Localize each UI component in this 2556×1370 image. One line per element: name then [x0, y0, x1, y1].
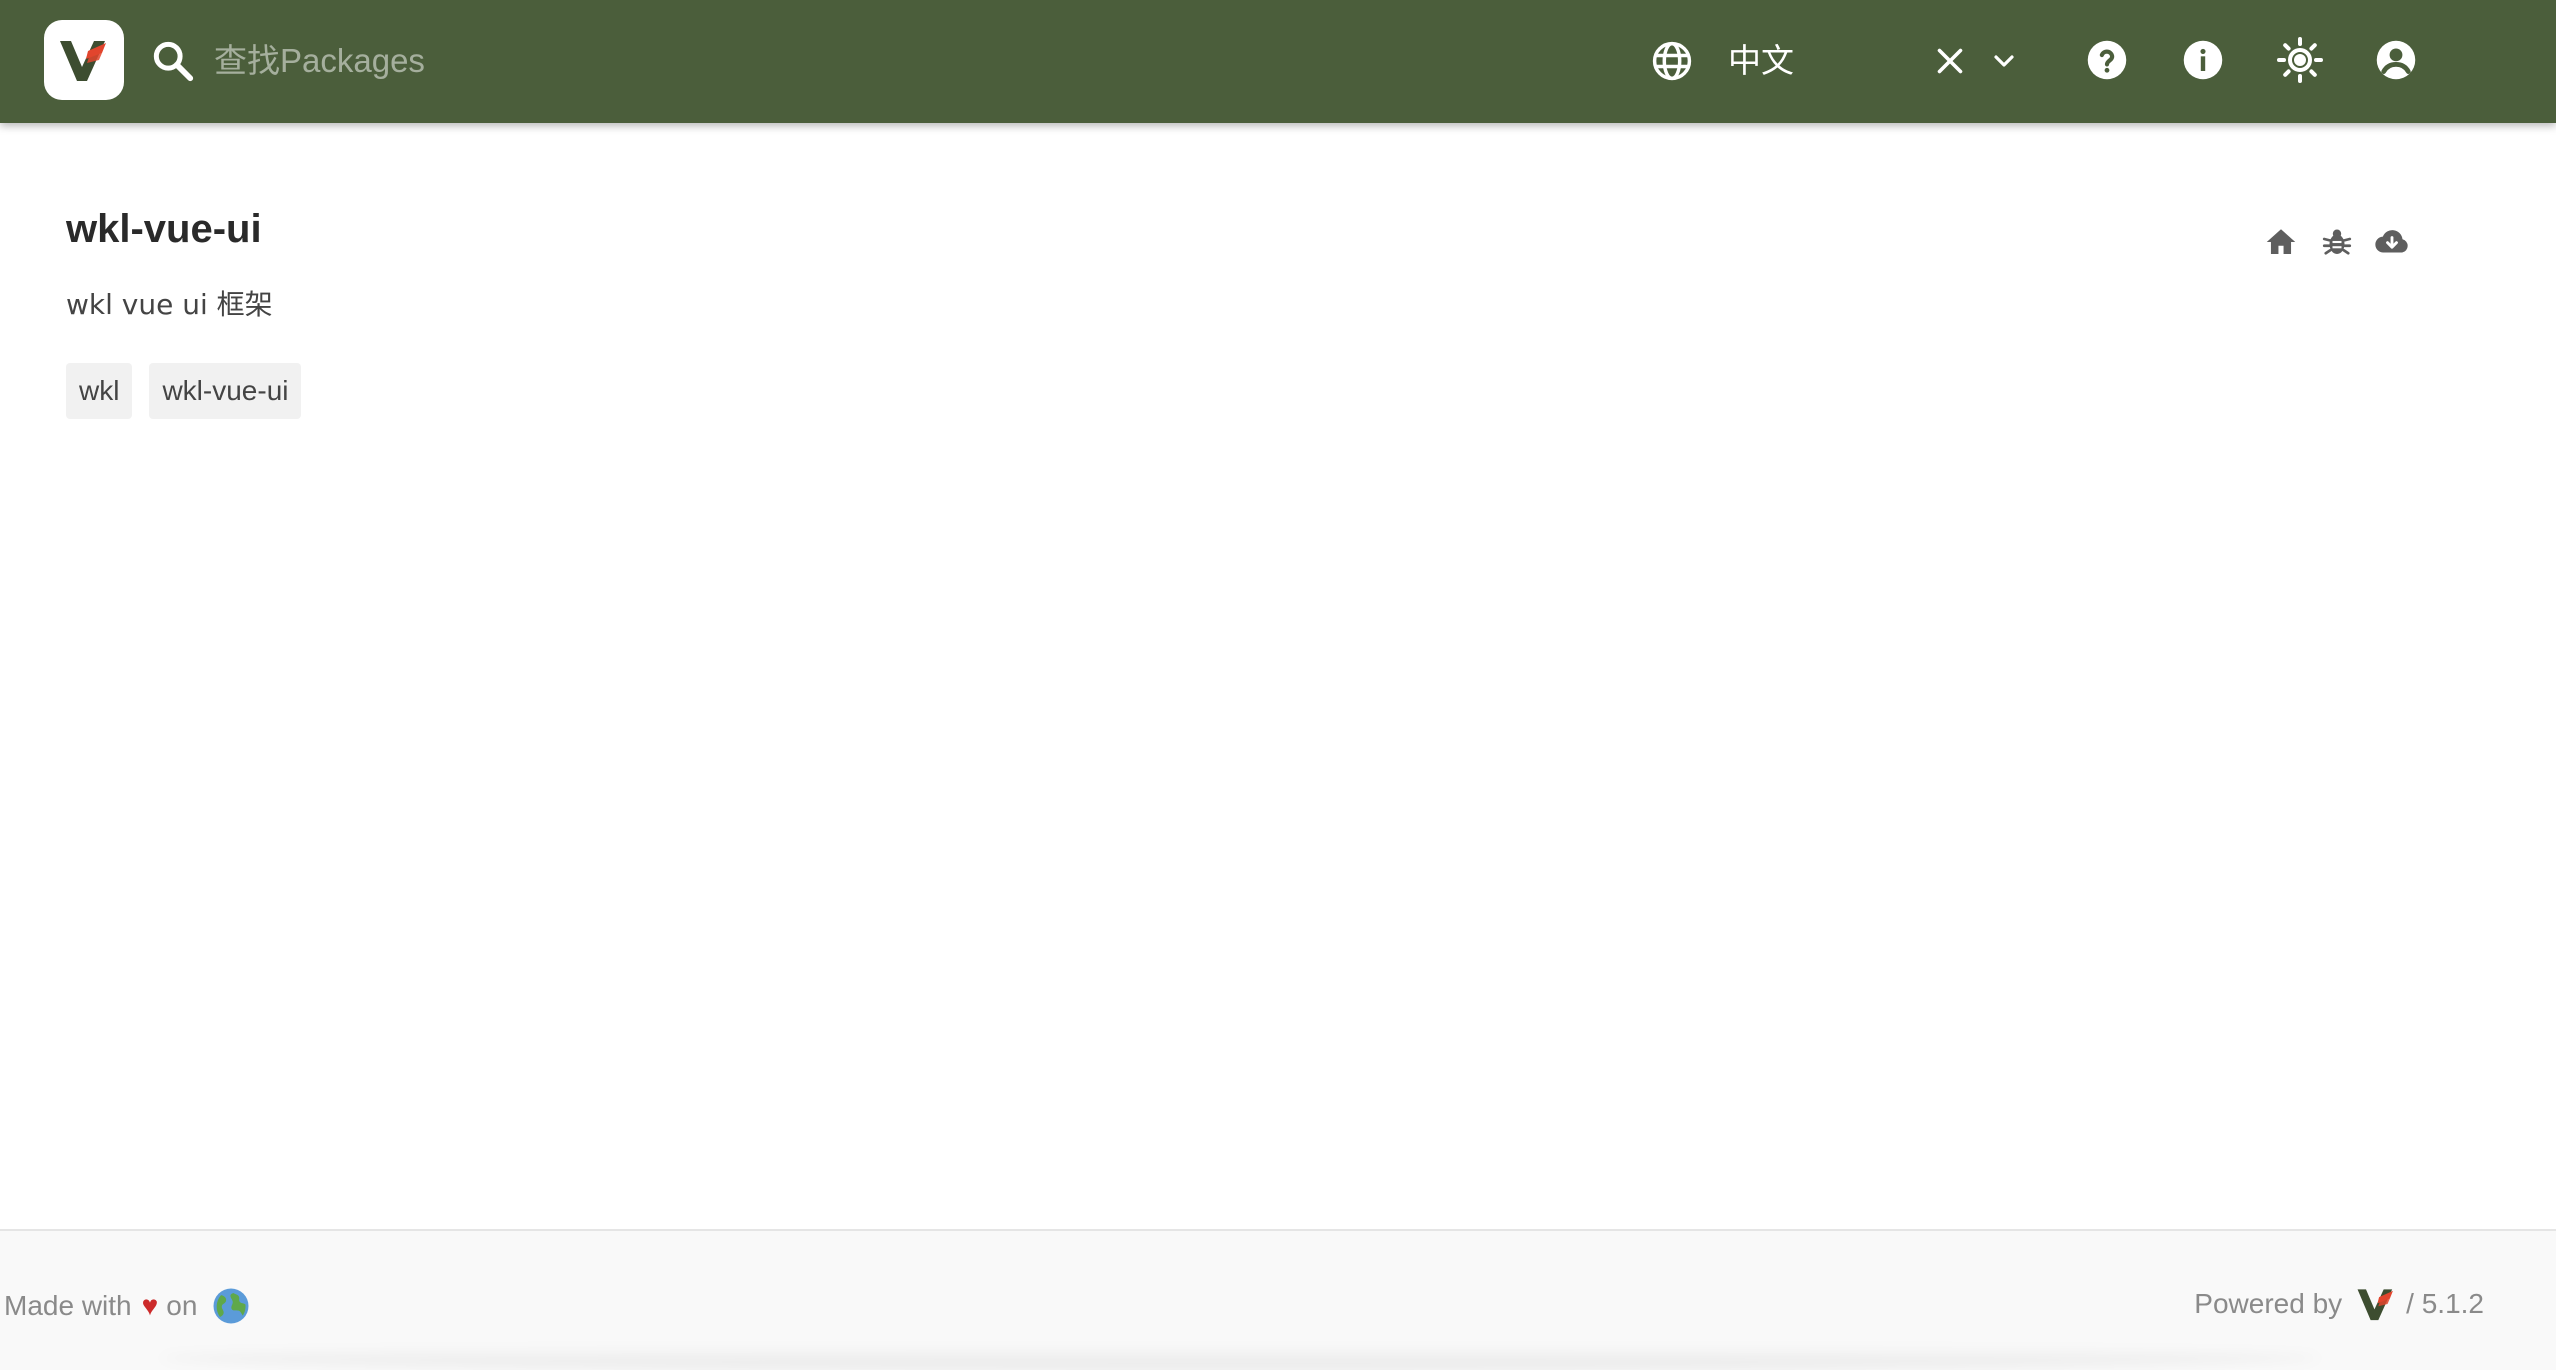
- globe-icon: [1652, 41, 1692, 81]
- close-icon[interactable]: [1932, 43, 1968, 79]
- on-text: on: [166, 1290, 198, 1321]
- keyword-tag[interactable]: wkl: [66, 363, 133, 419]
- chevron-down-icon[interactable]: [1988, 45, 2020, 77]
- cloud-download-icon[interactable]: [2374, 224, 2410, 260]
- keyword-list: wkl wkl-vue-ui: [66, 363, 302, 419]
- package-name: wkl-vue-ui: [66, 207, 262, 251]
- home-icon[interactable]: [2263, 224, 2299, 260]
- search-input[interactable]: [214, 32, 774, 90]
- powered-by-text: Powered by: [2194, 1288, 2343, 1319]
- help-button[interactable]: [2079, 32, 2135, 88]
- account-icon: [2376, 40, 2416, 80]
- language-select[interactable]: 中文: [1640, 30, 2030, 92]
- bug-icon[interactable]: [2319, 224, 2355, 260]
- version-text: / 5.1.2: [2406, 1288, 2484, 1319]
- page: 中文: [0, 0, 2556, 1370]
- language-value: 中文: [1728, 41, 1794, 80]
- keyword-tag[interactable]: wkl-vue-ui: [149, 363, 302, 419]
- bottom-shadow: [160, 1346, 2320, 1370]
- footer-powered-by: Powered by / 5.1.2: [2194, 1286, 2484, 1322]
- info-button[interactable]: [2175, 32, 2231, 88]
- theme-sun-icon: [2277, 37, 2323, 83]
- help-icon: [2087, 40, 2127, 80]
- verdaccio-logo-icon[interactable]: [2356, 1286, 2396, 1322]
- footer-made-with: Made with ♥ on: [4, 1286, 251, 1326]
- verdaccio-logo-icon: [60, 41, 106, 81]
- earth-globe-icon[interactable]: [211, 1286, 251, 1326]
- theme-toggle-button[interactable]: [2272, 32, 2328, 88]
- made-with-text: Made with: [4, 1290, 132, 1321]
- app-header: 中文: [0, 0, 2556, 123]
- heart-icon: ♥: [141, 1290, 159, 1321]
- account-button[interactable]: [2368, 32, 2424, 88]
- search-icon[interactable]: [150, 38, 196, 84]
- info-icon: [2183, 40, 2223, 80]
- package-description: wkl vue ui 框架: [66, 288, 273, 321]
- home-logo-button[interactable]: [44, 20, 124, 100]
